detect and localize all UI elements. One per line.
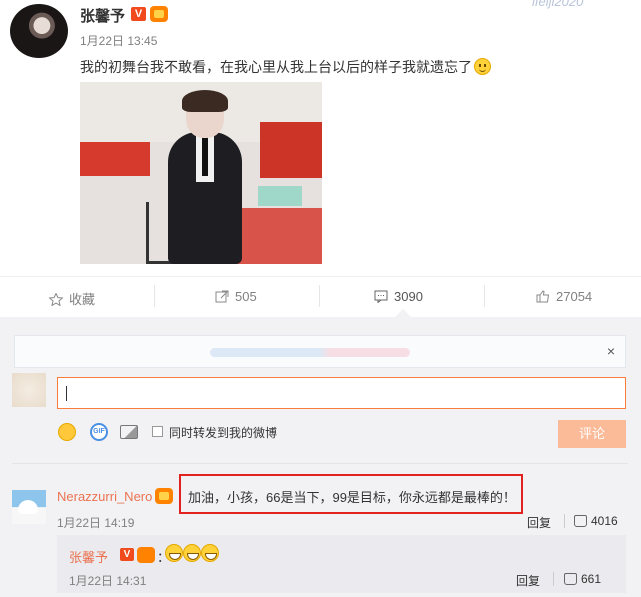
post-action-bar: 收藏 505 3090 27054 — [0, 276, 641, 316]
verified-badge-icon: V — [131, 7, 146, 21]
emoji-icon[interactable] — [58, 423, 76, 441]
like-button[interactable]: 27054 — [536, 289, 592, 304]
post-image[interactable] — [80, 82, 322, 264]
watermark: ifeiji2020 — [532, 0, 584, 9]
reply-time: 1月22日 14:31 — [69, 574, 147, 588]
divider — [12, 463, 628, 464]
star-icon — [49, 293, 63, 306]
comment-pointer — [395, 309, 411, 317]
author-avatar[interactable] — [10, 4, 68, 58]
weibo-post: 张馨予 V ifeiji2020 1月22日 13:45 我的初舞台我不敢看，在… — [0, 0, 641, 318]
post-text: 我的初舞台我不敢看，在我心里从我上台以后的样子我就遗忘了 — [80, 57, 491, 77]
vip-badge-icon — [155, 488, 173, 504]
thumbs-up-icon — [564, 573, 577, 585]
grin-emoji-icon — [165, 544, 183, 562]
comment-like-count: 4016 — [591, 514, 618, 528]
close-icon[interactable]: × — [607, 343, 615, 359]
grin-emoji-icon — [201, 544, 219, 562]
comment-section: × GIF 同时转发到我的微博 评论 Nerazzurri_Nero 加油，小孩… — [0, 317, 641, 597]
post-time[interactable]: 1月22日 13:45 — [80, 32, 157, 49]
author-name[interactable]: 张馨予 — [80, 5, 125, 26]
vip-badge-icon — [137, 547, 155, 563]
repost-icon — [215, 290, 229, 303]
author-reply: 张馨予 V ： 1月22日 14:31 回复 661 — [57, 535, 626, 593]
comment-reply-button[interactable]: 回复 — [527, 514, 551, 531]
repost-button[interactable]: 505 — [215, 289, 257, 304]
gif-icon[interactable]: GIF — [90, 423, 108, 441]
favorite-label: 收藏 — [69, 292, 96, 307]
commenter-avatar[interactable] — [12, 490, 46, 524]
comment-count: 3090 — [394, 289, 423, 304]
repost-count: 505 — [235, 289, 257, 304]
comment-input[interactable] — [57, 377, 626, 409]
notice-bar: × — [14, 335, 626, 368]
vip-badge-icon — [150, 6, 168, 22]
commenter-name[interactable]: Nerazzurri_Nero — [57, 489, 152, 504]
favorite-button[interactable]: 收藏 — [49, 289, 95, 308]
text-caret — [66, 386, 67, 401]
comment-button[interactable]: 3090 — [374, 289, 423, 304]
reply-like-button[interactable]: 661 — [564, 572, 601, 586]
my-avatar — [12, 373, 46, 407]
smile-emoji-icon — [474, 58, 491, 75]
sync-repost-label[interactable]: 同时转发到我的微博 — [169, 424, 277, 441]
comment-text: 加油，小孩，66是当下，99是目标，你永远都是最棒的！ — [179, 474, 523, 514]
submit-comment-button[interactable]: 评论 — [558, 420, 626, 448]
comment-icon — [374, 290, 388, 303]
post-text-content: 我的初舞台我不敢看，在我心里从我上台以后的样子我就遗忘了 — [80, 59, 472, 75]
thumbs-up-icon — [574, 515, 587, 527]
reply-reply-button[interactable]: 回复 — [516, 572, 540, 589]
verified-badge-icon: V — [120, 548, 134, 561]
reply-like-count: 661 — [581, 572, 602, 586]
sync-repost-checkbox[interactable] — [152, 426, 163, 437]
image-icon[interactable] — [120, 425, 138, 439]
comment-time: 1月22日 14:19 — [57, 516, 135, 530]
thumbs-up-icon — [536, 290, 550, 303]
notice-text-blurred — [210, 348, 410, 357]
like-count: 27054 — [556, 289, 593, 304]
grin-emoji-icon — [183, 544, 201, 562]
comment-like-button[interactable]: 4016 — [574, 514, 618, 528]
reply-author-name[interactable]: 张馨予 — [69, 547, 108, 566]
